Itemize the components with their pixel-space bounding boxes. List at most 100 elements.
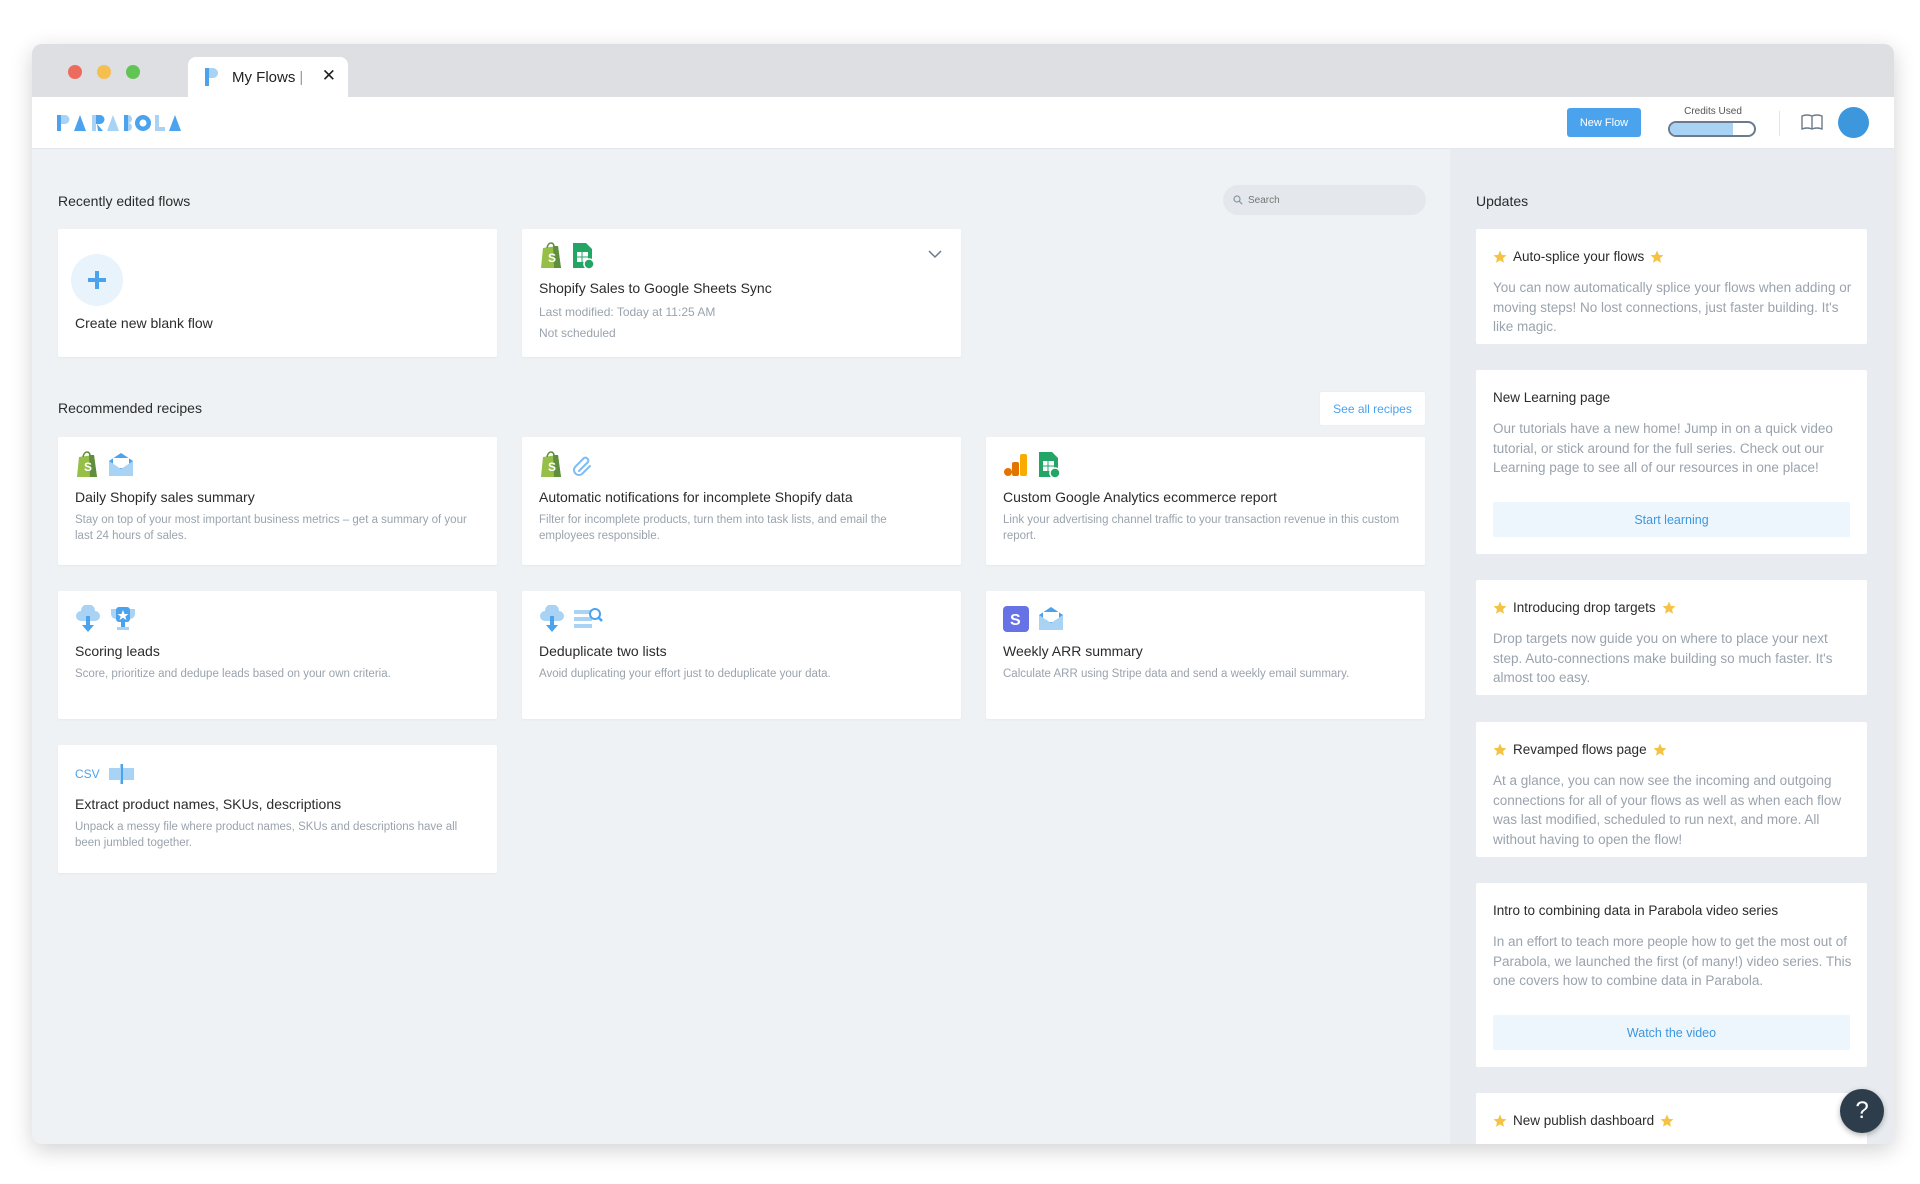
cloud-download-icon <box>540 605 564 632</box>
svg-text:S: S <box>1010 612 1021 629</box>
recent-flow-schedule: Not scheduled <box>539 326 616 340</box>
parabola-favicon-icon <box>205 68 218 86</box>
recipe-card[interactable]: S Automatic notifications for incomplete… <box>522 437 961 565</box>
chevron-down-icon[interactable] <box>927 249 943 259</box>
recipe-description: Avoid duplicating your effort just to de… <box>539 668 831 680</box>
recipe-description: Stay on top of your most important busin… <box>75 514 467 542</box>
new-flow-button[interactable]: New Flow <box>1567 108 1641 137</box>
recipe-card[interactable]: S Daily Shopify sales summary Stay on to… <box>58 437 497 565</box>
update-body: In an effort to teach more people how to… <box>1493 934 1852 988</box>
create-blank-flow-card[interactable]: Create new blank flow <box>58 229 497 357</box>
recent-flow-card[interactable]: S Shopify Sales to Google Sheets Sync La… <box>522 229 961 357</box>
recipe-title: Daily Shopify sales summary <box>75 489 255 505</box>
updates-heading: Updates <box>1476 193 1529 209</box>
navbar-divider <box>1779 111 1780 136</box>
user-avatar[interactable] <box>1838 107 1869 138</box>
svg-text:S: S <box>548 251 556 265</box>
recipe-card[interactable]: Deduplicate two lists Avoid duplicating … <box>522 591 961 719</box>
tab-separator: | <box>299 68 304 86</box>
recipe-title: Automatic notifications for incomplete S… <box>539 489 853 505</box>
recipe-card[interactable]: CSV Extract product names, SKUs, descrip… <box>58 745 497 873</box>
credits-used-fill <box>1670 123 1733 135</box>
shopify-icon: S <box>541 242 561 268</box>
window-close-button[interactable] <box>68 65 82 79</box>
update-title: New Learning page <box>1493 390 1611 405</box>
star-icon <box>1493 601 1507 614</box>
recipe-card[interactable]: Scoring leads Score, prioritize and dedu… <box>58 591 497 719</box>
browser-window: My Flows | ✕ New Flow Credits Used Recen… <box>32 44 1894 1144</box>
star-icon <box>1662 601 1676 614</box>
google-sheets-icon <box>1039 452 1061 478</box>
stripe-icon: S <box>1003 605 1029 632</box>
paperclip-icon <box>573 456 591 476</box>
search-icon <box>1233 195 1243 205</box>
recipe-description: Score, prioritize and dedupe leads based… <box>75 668 391 680</box>
update-title: Intro to combining data in Parabola vide… <box>1493 903 1779 918</box>
recipe-card[interactable]: Custom Google Analytics ecommerce report… <box>986 437 1425 565</box>
recipe-description: Filter for incomplete products, turn the… <box>539 514 887 542</box>
tab-close-icon[interactable]: ✕ <box>322 66 336 86</box>
update-title: Auto-splice your flows <box>1493 249 1664 264</box>
star-icon <box>1660 1114 1674 1127</box>
star-icon <box>1493 1114 1507 1127</box>
google-sheets-icon <box>573 243 595 269</box>
star-icon <box>1493 743 1507 756</box>
search-box[interactable] <box>1223 185 1426 215</box>
update-card: Introducing drop targets Drop targets no… <box>1476 580 1867 695</box>
book-icon[interactable] <box>1801 113 1823 131</box>
update-card: New publish dashboard <box>1476 1093 1867 1144</box>
update-body: Drop targets now guide you on where to p… <box>1493 631 1833 685</box>
recipe-title: Custom Google Analytics ecommerce report <box>1003 489 1277 505</box>
recipe-title: Weekly ARR summary <box>1003 643 1143 659</box>
update-card: New Learning page Our tutorials have a n… <box>1476 370 1867 554</box>
update-body: Our tutorials have a new home! Jump in o… <box>1493 421 1833 475</box>
star-icon <box>1653 743 1667 756</box>
google-analytics-icon <box>1004 453 1027 476</box>
recent-flows-heading: Recently edited flows <box>58 193 191 209</box>
update-body: At a glance, you can now see the incomin… <box>1493 773 1842 847</box>
csv-icon: CSV <box>75 767 100 781</box>
shopify-icon: S <box>77 451 97 477</box>
recent-flow-modified: Last modified: Today at 11:25 AM <box>539 305 716 319</box>
recipe-title: Deduplicate two lists <box>539 643 667 659</box>
start-learning-button[interactable]: Start learning <box>1493 502 1850 537</box>
create-blank-flow-label: Create new blank flow <box>75 315 213 331</box>
recent-flow-title: Shopify Sales to Google Sheets Sync <box>539 280 772 296</box>
recipe-description: Calculate ARR using Stripe data and send… <box>1003 668 1350 680</box>
recipes-heading: Recommended recipes <box>58 400 202 416</box>
search-input[interactable] <box>1248 194 1418 206</box>
trophy-icon <box>111 607 135 630</box>
recipe-card[interactable]: S Weekly ARR summary Calculate ARR using… <box>986 591 1425 719</box>
update-card: Auto-splice your flows You can now autom… <box>1476 229 1867 344</box>
shopify-icon: S <box>541 451 561 477</box>
browser-tab[interactable]: My Flows | ✕ <box>188 57 348 97</box>
watch-video-button[interactable]: Watch the video <box>1493 1015 1850 1050</box>
email-icon <box>109 453 133 476</box>
cloud-download-icon <box>76 605 100 632</box>
update-card: Revamped flows page At a glance, you can… <box>1476 722 1867 857</box>
list-search-icon <box>574 608 603 628</box>
svg-text:S: S <box>548 460 556 474</box>
star-icon <box>1493 250 1507 263</box>
star-icon <box>1650 250 1664 263</box>
window-zoom-button[interactable] <box>126 65 140 79</box>
recipe-title: Extract product names, SKUs, description… <box>75 796 342 812</box>
update-title: New publish dashboard <box>1493 1113 1674 1128</box>
recipe-description: Link your advertising channel traffic to… <box>1003 514 1400 542</box>
help-button[interactable]: ? <box>1840 1089 1884 1133</box>
update-title: Revamped flows page <box>1493 742 1667 757</box>
email-icon <box>1039 607 1063 630</box>
main-content: Recently edited flows Create new blank f… <box>32 149 1450 1144</box>
update-body: You can now automatically splice your fl… <box>1493 280 1852 334</box>
update-card: Intro to combining data in Parabola vide… <box>1476 883 1867 1067</box>
app-navbar: New Flow Credits Used <box>32 97 1894 149</box>
window-minimize-button[interactable] <box>97 65 111 79</box>
credits-used-meter <box>1668 121 1756 137</box>
plus-icon <box>71 254 123 306</box>
update-title: Introducing drop targets <box>1493 600 1676 615</box>
split-column-icon <box>108 764 134 784</box>
see-all-recipes-button[interactable]: See all recipes <box>1319 391 1426 426</box>
recipe-description: Unpack a messy file where product names,… <box>75 821 458 849</box>
parabola-logo[interactable] <box>57 113 203 133</box>
recipe-title: Scoring leads <box>75 643 160 659</box>
